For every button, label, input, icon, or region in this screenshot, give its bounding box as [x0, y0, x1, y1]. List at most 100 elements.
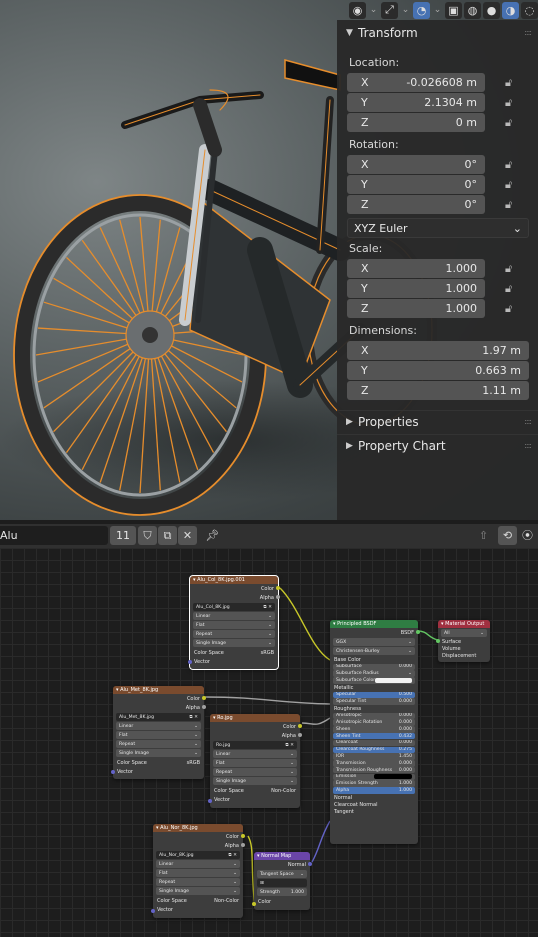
rendered-shading-icon[interactable]: ◌: [521, 1, 538, 19]
3d-viewport[interactable]: ◉ ⌄ ⤢ ⌄ ◔ ⌄ ▣ ◍ ● ◑ ◌ ▼ Transform :::: L…: [0, 0, 538, 520]
material-name-field[interactable]: Alu: [0, 526, 108, 545]
extension-dropdown[interactable]: Repeat ⌄: [116, 740, 201, 748]
strength-field[interactable]: Strength 1.000: [257, 888, 307, 896]
lock-icon[interactable]: 🔓︎: [505, 282, 519, 295]
view-icon[interactable]: ◉: [349, 1, 366, 19]
solid-shading-icon[interactable]: ●: [483, 1, 500, 19]
fake-user-shield-icon[interactable]: ⛉: [138, 526, 157, 545]
extension-dropdown[interactable]: Repeat ⌄: [156, 878, 240, 886]
image-selector[interactable]: Ro.jpg ⧉ ✕: [213, 741, 297, 749]
wireframe-shading-icon[interactable]: ◍: [464, 1, 481, 19]
socket-surface[interactable]: [436, 639, 440, 643]
socket-vector[interactable]: [208, 799, 212, 803]
lock-icon[interactable]: 🔓︎: [505, 302, 519, 315]
source-dropdown[interactable]: Single Image ⌄: [193, 639, 275, 647]
projection-dropdown[interactable]: Flat ⌄: [193, 621, 275, 629]
dimensions-z-field[interactable]: Z 1.11 m: [347, 381, 529, 400]
socket-alpha[interactable]: [276, 595, 280, 599]
properties-panel-header[interactable]: ▶ Properties ::::: [337, 410, 538, 432]
lock-icon[interactable]: 🔓︎: [505, 158, 519, 171]
principled-bsdf-node[interactable]: ▾ Principled BSDF BSDF GGX ⌄ Christensen-…: [330, 620, 420, 844]
rotation-x-field[interactable]: X 0°: [347, 155, 485, 174]
projection-dropdown[interactable]: Flat ⌄: [156, 869, 240, 877]
bsdf-input-anisotropic[interactable]: Anisotropic 0.000: [333, 712, 415, 720]
dimensions-y-field[interactable]: Y 0.663 m: [347, 361, 529, 380]
bsdf-input-metallic[interactable]: Metallic: [330, 684, 418, 691]
bsdf-input-transmission[interactable]: Transmission 0.000: [333, 760, 415, 767]
bsdf-input-clearcoat-normal[interactable]: Clearcoat Normal: [330, 801, 418, 808]
material-shading-icon[interactable]: ◑: [502, 1, 519, 19]
bsdf-input-emission[interactable]: Emission: [333, 773, 415, 781]
location-y-field[interactable]: Y 2.1304 m: [347, 93, 485, 112]
extension-dropdown[interactable]: Repeat ⌄: [193, 630, 275, 638]
rotation-z-field[interactable]: Z 0°: [347, 195, 485, 214]
rotation-y-field[interactable]: Y 0°: [347, 175, 485, 194]
snap-target-icon[interactable]: ⦿: [518, 526, 537, 545]
image-selector[interactable]: Alu_Met_8K.jpg ⧉ ✕: [116, 713, 201, 721]
interpolation-dropdown[interactable]: Linear ⌄: [116, 722, 201, 730]
image-selector[interactable]: Alu_Col_8K.jpg ⧉ ✕: [193, 603, 275, 611]
color-space-row[interactable]: Color Space Non-Color: [210, 786, 300, 795]
lock-icon[interactable]: 🔓︎: [505, 198, 519, 211]
drag-grip-icon[interactable]: ::::: [524, 441, 532, 450]
lock-icon[interactable]: 🔓︎: [505, 76, 519, 89]
socket-color[interactable]: [276, 586, 280, 590]
projection-dropdown[interactable]: Flat ⌄: [213, 759, 297, 767]
extension-dropdown[interactable]: Repeat ⌄: [213, 768, 297, 776]
projection-dropdown[interactable]: Flat ⌄: [116, 731, 201, 739]
socket-normal[interactable]: [308, 862, 312, 866]
image-texture-node-normal[interactable]: ▾ Alu_Nor_8K.jpg Color Alpha Alu_Nor_8K.…: [151, 824, 245, 918]
property-chart-panel-header[interactable]: ▶ Property Chart ::::: [337, 434, 538, 456]
bsdf-input-subsurface-radius[interactable]: Subsurface Radius ⌄: [333, 670, 415, 677]
transform-panel-header[interactable]: ▼ Transform ::::: [337, 22, 538, 44]
bsdf-input-specular[interactable]: Specular 0.500: [333, 691, 415, 698]
bsdf-input-subsurface[interactable]: Subsurface 0.000: [333, 663, 415, 670]
lock-icon[interactable]: 🔓︎: [505, 262, 519, 275]
normal-map-node[interactable]: ▾ Normal Map Normal Tangent Space ⌄ ⊞ Str…: [252, 852, 312, 910]
socket-color[interactable]: [252, 902, 256, 906]
lock-icon[interactable]: 🔓︎: [505, 178, 519, 191]
interpolation-dropdown[interactable]: Linear ⌄: [213, 750, 297, 758]
color-space-row[interactable]: Color Space Non-Color: [153, 896, 243, 905]
bsdf-input-base-color[interactable]: Base Color: [330, 656, 418, 663]
lock-icon[interactable]: 🔓︎: [505, 96, 519, 109]
rotation-mode-dropdown[interactable]: XYZ Euler ⌄: [347, 218, 529, 238]
scale-y-field[interactable]: Y 1.000: [347, 279, 485, 298]
bsdf-input-ior[interactable]: IOR 1.450: [333, 753, 415, 760]
source-dropdown[interactable]: Single Image ⌄: [116, 749, 201, 757]
parent-node-tree-icon[interactable]: ⇧: [474, 526, 493, 545]
interpolation-dropdown[interactable]: Linear ⌄: [193, 612, 275, 620]
duplicate-material-icon[interactable]: ⧉: [158, 526, 177, 545]
bsdf-input-sheen-tint[interactable]: Sheen Tint 0.432: [333, 732, 415, 740]
space-dropdown[interactable]: Tangent Space ⌄: [257, 870, 307, 878]
chevron-down-icon[interactable]: ⌄: [400, 2, 411, 19]
overlay-icon[interactable]: ◔: [413, 1, 430, 19]
dimensions-x-field[interactable]: X 1.97 m: [347, 341, 529, 360]
bsdf-input-tangent[interactable]: Tangent: [330, 808, 418, 815]
bsdf-input-clearcoat-roughness[interactable]: Clearcoat Roughness 0.275: [333, 746, 415, 753]
color-swatch[interactable]: [374, 774, 412, 780]
image-selector[interactable]: Alu_Nor_8K.jpg ⧉ ✕: [156, 851, 240, 859]
gizmo-icon[interactable]: ⤢: [381, 1, 398, 19]
bsdf-input-roughness[interactable]: Roughness: [330, 705, 418, 712]
socket-vector[interactable]: [188, 660, 192, 664]
socket-alpha[interactable]: [202, 705, 206, 709]
color-space-row[interactable]: Color Space sRGB: [113, 758, 204, 767]
drag-grip-icon[interactable]: ::::: [524, 417, 532, 426]
snap-icon[interactable]: ⟲: [498, 526, 517, 545]
bsdf-input-subsurface-color[interactable]: Subsurface Color: [333, 677, 415, 684]
chevron-down-icon[interactable]: ⌄: [368, 2, 379, 19]
image-texture-node-color[interactable]: ▾ Alu_Col_8K.jpg.001 Color Alpha Alu_Col…: [188, 575, 280, 670]
bsdf-input-anisotropic-rotation[interactable]: Anisotropic Rotation 0.000: [333, 719, 415, 726]
bsdf-input-transmission-roughness[interactable]: Transmission Roughness 0.000: [333, 766, 415, 774]
material-users-count[interactable]: 11: [110, 526, 136, 545]
unlink-material-icon[interactable]: ✕: [178, 526, 197, 545]
scale-z-field[interactable]: Z 1.000: [347, 299, 485, 318]
image-texture-node-roughness[interactable]: ▾ Ro.jpg Color Alpha Ro.jpg ⧉ ✕ Linear ⌄ F…: [208, 714, 302, 808]
chevron-down-icon[interactable]: ⌄: [432, 2, 443, 19]
image-texture-node-metallic[interactable]: ▾ Alu_Met_8K.jpg Color Alpha Alu_Met_8K.…: [111, 686, 206, 779]
location-x-field[interactable]: X -0.026608 m: [347, 73, 485, 92]
target-dropdown[interactable]: All ⌄: [441, 629, 487, 637]
bsdf-input-clearcoat[interactable]: Clearcoat 0.000: [333, 739, 415, 747]
socket-alpha[interactable]: [241, 843, 245, 847]
